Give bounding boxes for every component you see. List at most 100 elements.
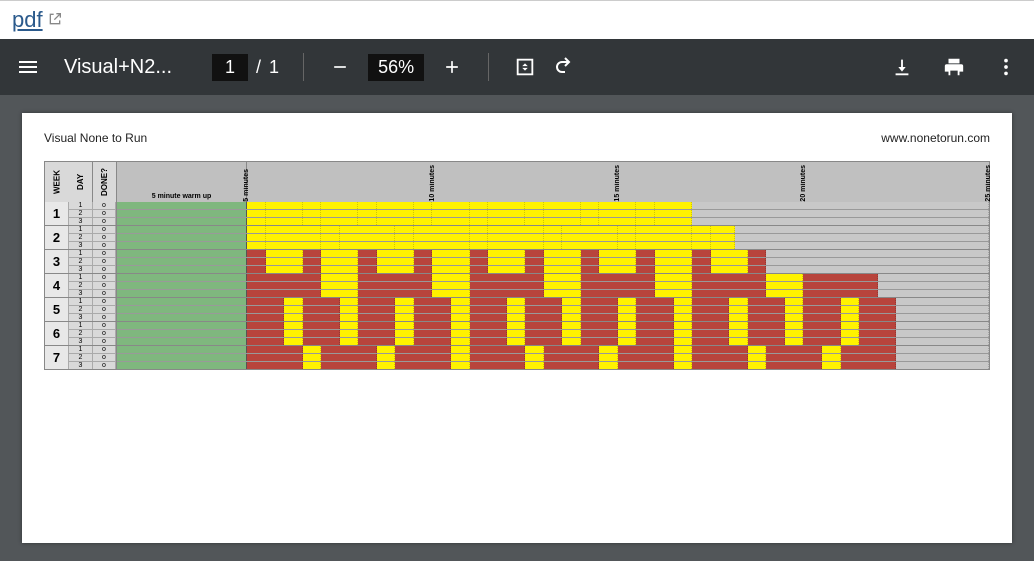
menu-icon[interactable]: [16, 55, 40, 79]
walk-segment: [395, 338, 414, 345]
run-segment: [692, 290, 766, 297]
zoom-level[interactable]: 56%: [368, 54, 424, 81]
run-segment: [414, 306, 451, 313]
walk-segment: [321, 258, 358, 265]
run-segment: [748, 322, 785, 329]
walk-segment: [266, 250, 303, 257]
walk-segment: [674, 330, 693, 337]
walk-segment: [377, 250, 414, 257]
run-segment: [692, 314, 729, 321]
walk-segment: [358, 218, 377, 225]
week-row: 7123ooo: [45, 346, 989, 370]
run-segment: [636, 306, 673, 313]
interval-row: [117, 314, 989, 321]
empty-segment: [766, 250, 989, 257]
empty-segment: [692, 218, 989, 225]
walk-segment: [581, 202, 600, 209]
done-cell: o: [93, 202, 116, 210]
walk-segment: [711, 234, 736, 241]
run-segment: [247, 298, 284, 305]
walk-segment: [284, 338, 303, 345]
run-segment: [358, 290, 432, 297]
walk-segment: [284, 298, 303, 305]
walk-segment: [636, 210, 655, 217]
done-cell: o: [93, 330, 116, 338]
rotate-icon[interactable]: [553, 55, 577, 79]
walk-segment: [674, 298, 693, 305]
walk-segment: [544, 218, 581, 225]
walk-segment: [488, 258, 525, 265]
run-segment: [692, 250, 711, 257]
walk-segment: [358, 210, 377, 217]
run-segment: [618, 362, 674, 369]
walk-segment: [247, 242, 266, 249]
run-segment: [748, 250, 767, 257]
run-segment: [247, 306, 284, 313]
run-segment: [414, 298, 451, 305]
day-cell: 3: [69, 266, 93, 273]
walk-segment: [711, 242, 736, 249]
day-cell: 3: [69, 218, 93, 225]
day-cell: 2: [69, 330, 93, 338]
warmup-segment: [117, 266, 247, 273]
walk-segment: [525, 362, 544, 369]
page-sep: /: [256, 57, 261, 78]
walk-segment: [822, 354, 841, 361]
empty-segment: [896, 322, 989, 329]
interval-row: [117, 354, 989, 362]
run-segment: [581, 258, 600, 265]
run-segment: [358, 306, 395, 313]
walk-segment: [618, 330, 637, 337]
run-segment: [544, 346, 600, 353]
separator: [303, 53, 304, 81]
run-segment: [581, 250, 600, 257]
pdf-link[interactable]: pdf: [12, 7, 63, 33]
fit-page-icon[interactable]: [513, 55, 537, 79]
walk-segment: [729, 322, 748, 329]
walk-segment: [674, 322, 693, 329]
walk-segment: [488, 242, 544, 249]
warmup-segment: [117, 354, 247, 361]
walk-segment: [488, 266, 525, 273]
pdf-page-area[interactable]: Visual None to Run www.nonetorun.com WEE…: [0, 95, 1034, 561]
walk-segment: [470, 242, 489, 249]
walk-segment: [321, 218, 358, 225]
run-segment: [841, 354, 897, 361]
empty-segment: [692, 210, 989, 217]
done-cell: o: [93, 274, 116, 282]
zoom-in-icon[interactable]: [440, 55, 464, 79]
walk-segment: [340, 234, 396, 241]
interval-row: [117, 362, 989, 369]
print-icon[interactable]: [942, 55, 966, 79]
walk-segment: [674, 362, 693, 369]
more-icon[interactable]: [994, 55, 1018, 79]
walk-segment: [822, 362, 841, 369]
day-cell: 2: [69, 354, 93, 362]
walk-segment: [766, 290, 803, 297]
run-segment: [358, 258, 377, 265]
walk-segment: [562, 314, 581, 321]
run-segment: [803, 338, 840, 345]
run-segment: [636, 322, 673, 329]
zoom-out-icon[interactable]: [328, 55, 352, 79]
interval-row: [117, 234, 989, 242]
page-input[interactable]: [212, 54, 248, 81]
walk-segment: [785, 322, 804, 329]
run-segment: [414, 314, 451, 321]
warmup-segment: [117, 330, 247, 337]
run-segment: [358, 298, 395, 305]
run-segment: [358, 250, 377, 257]
time-tick: 25 minutes: [985, 165, 992, 202]
walk-segment: [841, 330, 860, 337]
walk-segment: [340, 226, 396, 233]
walk-segment: [451, 330, 470, 337]
run-segment: [636, 250, 655, 257]
run-segment: [470, 306, 507, 313]
walk-segment: [729, 298, 748, 305]
walk-segment: [618, 226, 637, 233]
walk-segment: [507, 298, 526, 305]
download-icon[interactable]: [890, 55, 914, 79]
done-cell: o: [93, 306, 116, 314]
run-segment: [303, 322, 340, 329]
walk-segment: [581, 210, 600, 217]
